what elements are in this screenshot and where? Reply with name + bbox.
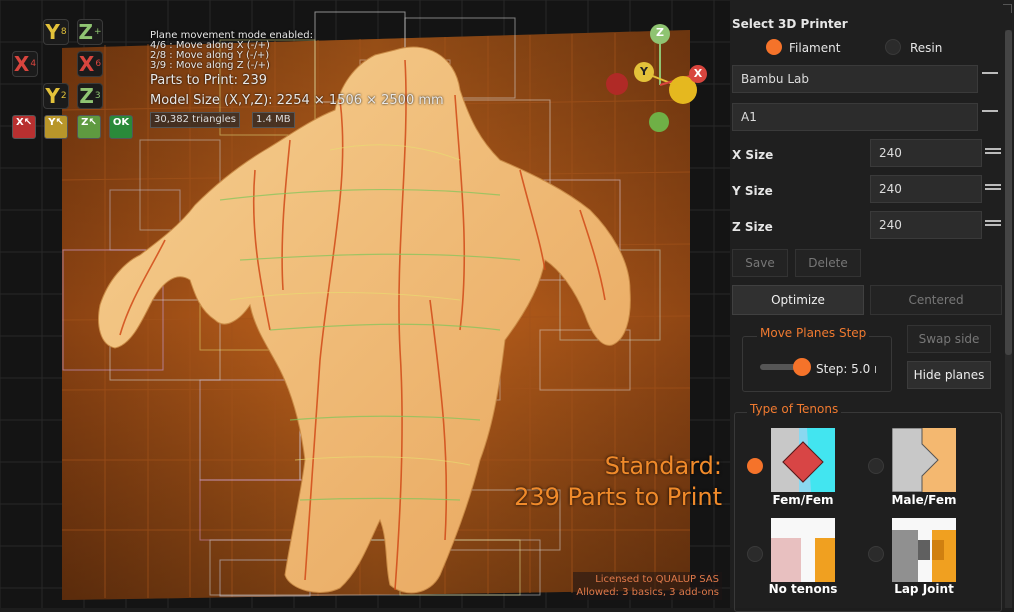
filament-radio[interactable] bbox=[766, 39, 782, 55]
z-size-input[interactable]: 240 bbox=[870, 211, 982, 239]
printer-settings-panel: Select 3D Printer Filament Resin Bambu L… bbox=[730, 0, 1014, 612]
model-select[interactable]: A1 bbox=[732, 103, 978, 131]
z-plus-label: Z bbox=[78, 20, 93, 44]
hud-model-size: Model Size (X,Y,Z): 2254 × 1506 × 2500 m… bbox=[150, 93, 444, 108]
3d-viewport[interactable]: Z Y X Y8 Z + X4 X6 Y2 Z3 X↖ Y↖ Z↖ OK Plan… bbox=[0, 0, 730, 608]
step-value: Step: 5.0 r bbox=[816, 362, 876, 376]
hud-move-z: 3/9 : Move along Z (-/+) bbox=[150, 60, 270, 71]
z-size-label: Z Size bbox=[732, 220, 773, 234]
reset-x-icon: X↖ bbox=[15, 117, 33, 128]
gizmo-y-label: Y bbox=[640, 65, 648, 78]
y-minus-label: Y bbox=[45, 84, 60, 108]
x-size-label: X Size bbox=[732, 148, 774, 162]
mode-title: Standard: bbox=[604, 452, 722, 480]
lap-joint-label: Lap Joint bbox=[894, 582, 954, 596]
z-minus-label: Z bbox=[79, 84, 94, 108]
panel-title: Select 3D Printer bbox=[732, 17, 848, 31]
resin-radio[interactable] bbox=[885, 39, 901, 55]
optimize-button[interactable]: Optimize bbox=[732, 285, 864, 315]
z-size-menu-icon[interactable] bbox=[985, 220, 1001, 232]
gizmo-x-label: X bbox=[693, 67, 703, 80]
license-info: Licensed to QUALUP SAS Allowed: 3 basics… bbox=[573, 572, 722, 600]
move-z-plus-button[interactable]: Z + bbox=[77, 19, 103, 45]
move-z-minus-button[interactable]: Z3 bbox=[77, 83, 103, 109]
no-tenons-icon[interactable] bbox=[771, 518, 835, 582]
move-y-minus-button[interactable]: Y2 bbox=[43, 83, 69, 109]
reset-z-button[interactable]: Z↖ bbox=[77, 115, 101, 139]
fem-fem-label: Fem/Fem bbox=[772, 493, 834, 507]
ok-label: OK bbox=[112, 117, 130, 128]
y-size-label: Y Size bbox=[732, 184, 773, 198]
ok-button[interactable]: OK bbox=[109, 115, 133, 139]
step-slider-handle[interactable] bbox=[793, 358, 811, 376]
no-tenons-label: No tenons bbox=[768, 582, 838, 596]
lap-joint-radio[interactable] bbox=[868, 546, 884, 562]
z-plus-key: + bbox=[93, 27, 102, 37]
tenons-title: Type of Tenons bbox=[747, 402, 842, 416]
panel-scrollbar[interactable] bbox=[1005, 30, 1012, 608]
move-x-plus-button[interactable]: X6 bbox=[77, 51, 103, 77]
reset-y-icon: Y↖ bbox=[48, 117, 64, 128]
scrollbar-thumb[interactable] bbox=[1005, 30, 1012, 355]
z-minus-key: 3 bbox=[94, 91, 101, 101]
fem-fem-icon[interactable] bbox=[771, 428, 835, 492]
male-fem-icon[interactable] bbox=[892, 428, 956, 492]
parts-summary: 239 Parts to Print bbox=[514, 483, 722, 511]
model-scene[interactable] bbox=[0, 0, 730, 608]
fem-fem-radio[interactable] bbox=[747, 458, 763, 474]
gizmo-z-label: Z bbox=[656, 26, 664, 39]
panel-corner bbox=[1003, 4, 1012, 13]
triangles-count: 30,382 triangles bbox=[150, 112, 240, 128]
filament-label: Filament bbox=[789, 41, 841, 55]
y-minus-key: 2 bbox=[60, 91, 67, 101]
license-owner: Licensed to QUALUP SAS bbox=[595, 574, 719, 585]
male-fem-label: Male/Fem bbox=[891, 493, 957, 507]
y-size-menu-icon[interactable] bbox=[985, 184, 1001, 196]
reset-x-button[interactable]: X↖ bbox=[12, 115, 36, 139]
brand-select[interactable]: Bambu Lab bbox=[732, 65, 978, 93]
x-minus-key: 4 bbox=[30, 59, 37, 69]
x-plus-label: X bbox=[78, 52, 95, 76]
move-x-minus-button[interactable]: X4 bbox=[12, 51, 38, 77]
reset-y-button[interactable]: Y↖ bbox=[44, 115, 68, 139]
y-plus-label: Y bbox=[45, 20, 60, 44]
move-planes-title: Move Planes Step bbox=[757, 326, 870, 340]
no-tenons-radio[interactable] bbox=[747, 546, 763, 562]
lap-joint-icon[interactable] bbox=[892, 518, 956, 582]
model-menu-icon[interactable] bbox=[982, 110, 998, 122]
file-size: 1.4 MB bbox=[252, 112, 295, 128]
swap-side-button[interactable]: Swap side bbox=[907, 325, 991, 353]
centered-button[interactable]: Centered bbox=[870, 285, 1002, 315]
x-size-input[interactable]: 240 bbox=[870, 139, 982, 167]
reset-z-icon: Z↖ bbox=[81, 117, 97, 128]
hide-planes-button[interactable]: Hide planes bbox=[907, 361, 991, 389]
move-y-plus-button[interactable]: Y8 bbox=[43, 19, 69, 45]
license-allowance: Allowed: 3 basics, 3 add-ons bbox=[576, 587, 719, 598]
x-size-menu-icon[interactable] bbox=[985, 148, 1001, 160]
y-size-input[interactable]: 240 bbox=[870, 175, 982, 203]
x-minus-label: X bbox=[13, 52, 30, 76]
brand-menu-icon[interactable] bbox=[982, 72, 998, 84]
male-fem-radio[interactable] bbox=[868, 458, 884, 474]
save-button[interactable]: Save bbox=[732, 249, 788, 277]
x-plus-key: 6 bbox=[95, 59, 102, 69]
resin-label: Resin bbox=[910, 41, 943, 55]
y-plus-key: 8 bbox=[60, 27, 67, 37]
delete-button[interactable]: Delete bbox=[795, 249, 861, 277]
hud-parts: Parts to Print: 239 bbox=[150, 73, 267, 88]
